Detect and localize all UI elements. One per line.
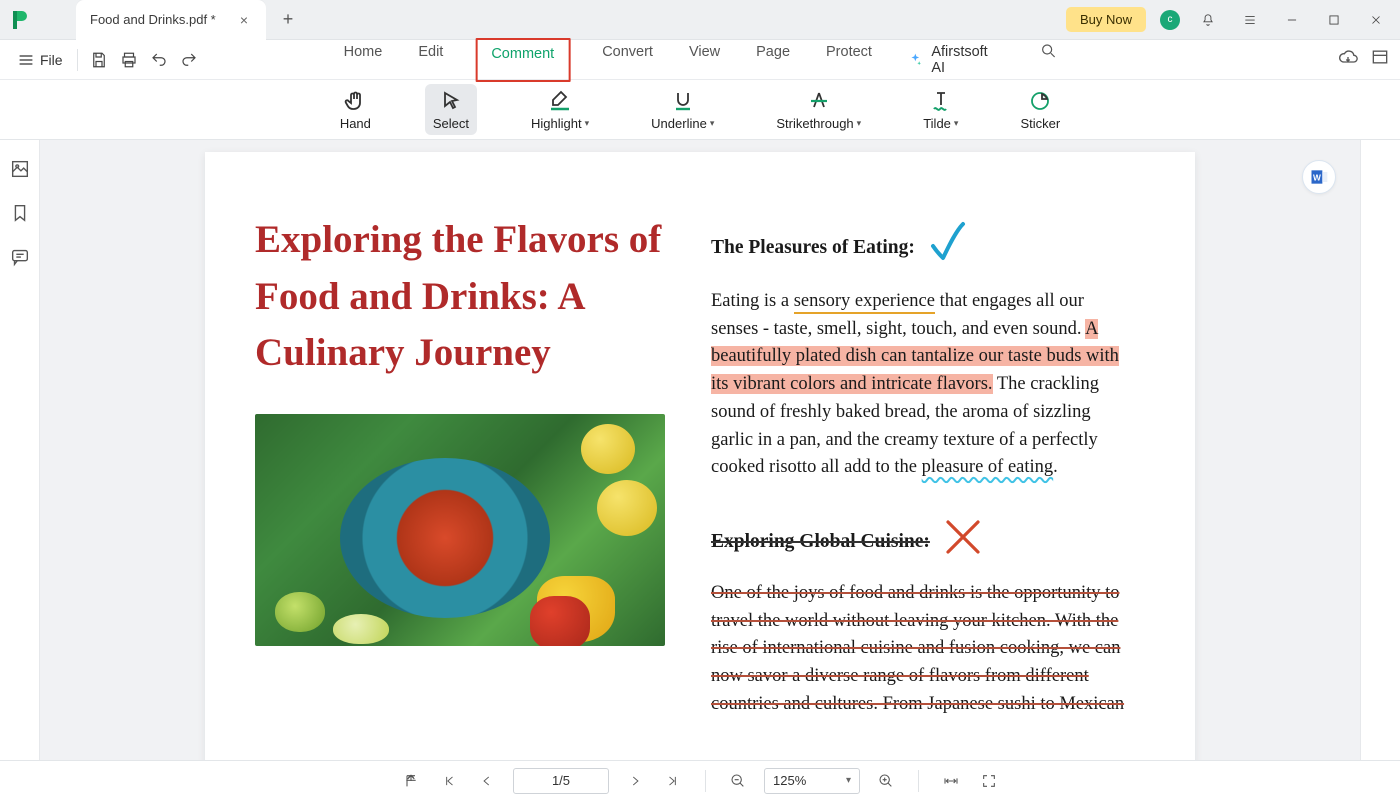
zoom-select[interactable]: 125% ▾ <box>764 768 860 794</box>
document-image <box>255 414 665 646</box>
print-icon[interactable] <box>114 45 144 75</box>
next-section-icon[interactable] <box>661 769 685 793</box>
chevron-down-icon: ▾ <box>710 118 715 129</box>
chevron-down-icon: ▾ <box>585 118 590 129</box>
paragraph-2-strikethrough[interactable]: One of the joys of food and drinks is th… <box>711 580 1125 719</box>
bookmark-icon[interactable] <box>9 202 31 224</box>
highlight-icon <box>547 88 573 114</box>
wavy-underline-annotation[interactable]: pleasure of eating <box>922 457 1054 477</box>
zoom-out-icon[interactable] <box>726 769 750 793</box>
tab-comment[interactable]: Comment <box>475 38 570 82</box>
buy-now-button[interactable]: Buy Now <box>1066 7 1146 32</box>
tool-hand[interactable]: Hand <box>332 84 379 135</box>
notifications-icon[interactable] <box>1194 6 1222 34</box>
sparkle-icon <box>908 51 923 69</box>
ai-label: Afirstsoft AI <box>931 44 994 76</box>
comment-ribbon: Hand Select Highlight▾ Underline▾ Strike… <box>0 80 1400 140</box>
tool-sticker[interactable]: Sticker <box>1012 84 1068 135</box>
comments-panel-icon[interactable] <box>9 246 31 268</box>
status-bar: 125% ▾ <box>0 760 1400 800</box>
tab-view[interactable]: View <box>685 38 724 82</box>
tool-underline[interactable]: Underline▾ <box>643 84 722 135</box>
strikethrough-icon <box>807 88 831 114</box>
prev-page-icon[interactable] <box>475 769 499 793</box>
document-viewport[interactable]: W Exploring the Flavors of Food and Drin… <box>40 140 1360 760</box>
document-tab[interactable]: Food and Drinks.pdf * × <box>76 0 266 40</box>
export-word-button[interactable]: W <box>1302 160 1336 194</box>
pdf-page: Exploring the Flavors of Food and Drinks… <box>205 152 1195 760</box>
tool-select[interactable]: Select <box>425 84 477 135</box>
app-logo <box>0 8 40 32</box>
zoom-value: 125% <box>773 773 806 788</box>
tab-protect[interactable]: Protect <box>822 38 876 82</box>
prev-section-icon[interactable] <box>437 769 461 793</box>
hand-icon <box>343 88 367 114</box>
panel-toggle-icon[interactable] <box>1370 47 1390 72</box>
new-tab-button[interactable]: + <box>272 4 304 36</box>
window-close-icon[interactable] <box>1362 6 1390 34</box>
checkmark-annotation[interactable] <box>927 220 967 276</box>
redo-icon[interactable] <box>174 45 204 75</box>
next-page-icon[interactable] <box>623 769 647 793</box>
tool-tilde[interactable]: Tilde▾ <box>915 84 966 135</box>
document-title: Exploring the Flavors of Food and Drinks… <box>255 212 665 382</box>
main-menu-tabs: Home Edit Comment Convert View Page Prot… <box>340 38 1061 82</box>
window-maximize-icon[interactable] <box>1320 6 1348 34</box>
chevron-down-icon: ▾ <box>846 775 851 786</box>
title-bar: Food and Drinks.pdf * × + Buy Now c <box>0 0 1400 40</box>
ai-menu-item[interactable]: Afirstsoft AI <box>904 38 998 82</box>
sticker-icon <box>1028 88 1052 114</box>
save-icon[interactable] <box>84 45 114 75</box>
cursor-icon <box>439 88 463 114</box>
tab-edit[interactable]: Edit <box>414 38 447 82</box>
search-icon[interactable] <box>1038 38 1060 64</box>
tilde-icon <box>929 88 953 114</box>
fit-width-icon[interactable] <box>939 769 963 793</box>
thumbnails-icon[interactable] <box>9 158 31 180</box>
tool-highlight[interactable]: Highlight▾ <box>523 84 597 135</box>
chevron-down-icon: ▾ <box>857 118 862 129</box>
svg-text:W: W <box>1313 172 1321 182</box>
file-menu-row: File Home Edit Comment Convert View Page… <box>0 40 1400 80</box>
user-avatar[interactable]: c <box>1160 10 1180 30</box>
paragraph-1: Eating is a sensory experience that enga… <box>711 288 1125 482</box>
fullscreen-icon[interactable] <box>977 769 1001 793</box>
close-tab-icon[interactable]: × <box>234 10 254 30</box>
underline-annotation[interactable]: sensory experience <box>794 291 935 314</box>
tab-page[interactable]: Page <box>752 38 794 82</box>
tab-home[interactable]: Home <box>340 38 387 82</box>
hamburger-menu-icon[interactable] <box>1236 6 1264 34</box>
undo-icon[interactable] <box>144 45 174 75</box>
section2-heading: Exploring Global Cuisine: <box>711 527 930 556</box>
file-label: File <box>40 52 63 68</box>
cross-annotation[interactable] <box>942 516 984 568</box>
file-menu-button[interactable]: File <box>10 48 71 72</box>
tool-strikethrough[interactable]: Strikethrough▾ <box>768 84 869 135</box>
tab-title: Food and Drinks.pdf * <box>90 12 234 27</box>
workspace: W Exploring the Flavors of Food and Drin… <box>0 140 1400 760</box>
window-minimize-icon[interactable] <box>1278 6 1306 34</box>
first-page-icon[interactable] <box>399 769 423 793</box>
right-sidebar <box>1360 140 1400 760</box>
page-number-input[interactable] <box>513 768 609 794</box>
left-sidebar <box>0 140 40 760</box>
underline-icon <box>671 88 695 114</box>
chevron-down-icon: ▾ <box>954 118 959 129</box>
tab-convert[interactable]: Convert <box>598 38 657 82</box>
separator <box>918 770 919 792</box>
section1-heading: The Pleasures of Eating: <box>711 233 915 262</box>
separator <box>705 770 706 792</box>
separator <box>77 49 78 71</box>
zoom-in-icon[interactable] <box>874 769 898 793</box>
cloud-sync-icon[interactable] <box>1338 47 1358 72</box>
